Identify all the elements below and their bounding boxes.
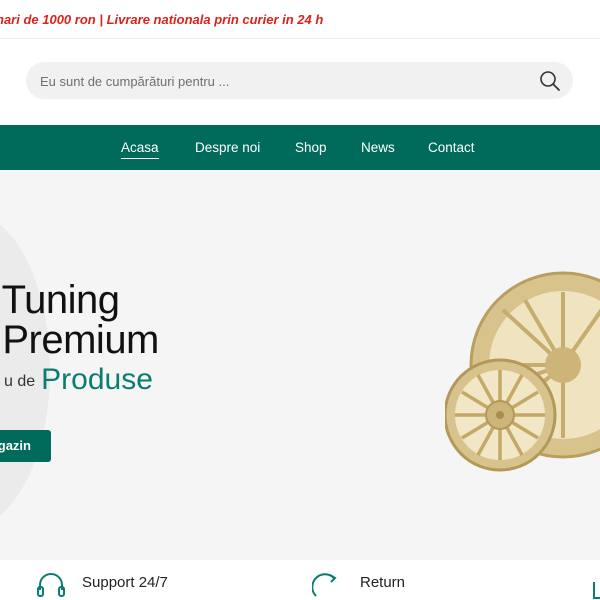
nav-label: News [361, 140, 395, 155]
nav-label: Contact [428, 140, 475, 155]
hero-subtitle-accent: Produse [41, 363, 153, 396]
nav-label: Acasa [121, 140, 159, 159]
search-icon [540, 71, 560, 91]
hero-title-line-1: e Tuning [0, 278, 120, 322]
feature-label: Return [360, 574, 406, 591]
front-wheel [445, 358, 557, 472]
nav-item-news[interactable]: News [361, 125, 395, 170]
search-button[interactable] [539, 70, 561, 92]
return-icon [312, 573, 337, 597]
nav-item-shop[interactable]: Shop [295, 125, 327, 170]
hero-title-line-2: e Premium [0, 318, 159, 362]
hero-banner: e Tuning e Premium u de Produse gazin [0, 170, 600, 560]
top-bar: nari de 1000 ron | Livrare nationala pri… [0, 0, 600, 39]
shop-cta-button[interactable]: gazin [0, 430, 51, 462]
nav-item-contact[interactable]: Contact [428, 125, 475, 170]
search-bar [26, 62, 573, 101]
hero-subtitle: u de Produse [4, 363, 153, 397]
truck-icon [593, 582, 600, 599]
promo-text: nari de 1000 ron | Livrare nationala pri… [0, 12, 324, 27]
features-strip: Support 24/7 Return [0, 560, 600, 600]
gold-wheels-image [445, 271, 600, 472]
hero-subtitle-prefix: u de [4, 373, 36, 390]
nav-label: Shop [295, 140, 327, 155]
nav-item-despre-noi[interactable]: Despre noi [195, 125, 260, 170]
nav-label: Despre noi [195, 140, 261, 155]
main-nav: Acasa Despre noi Shop News Contact [0, 125, 600, 170]
feature-label: Support 24/7 [82, 574, 168, 591]
search-input[interactable] [38, 62, 522, 101]
headset-icon [37, 573, 65, 597]
nav-item-acasa[interactable]: Acasa [121, 125, 159, 170]
